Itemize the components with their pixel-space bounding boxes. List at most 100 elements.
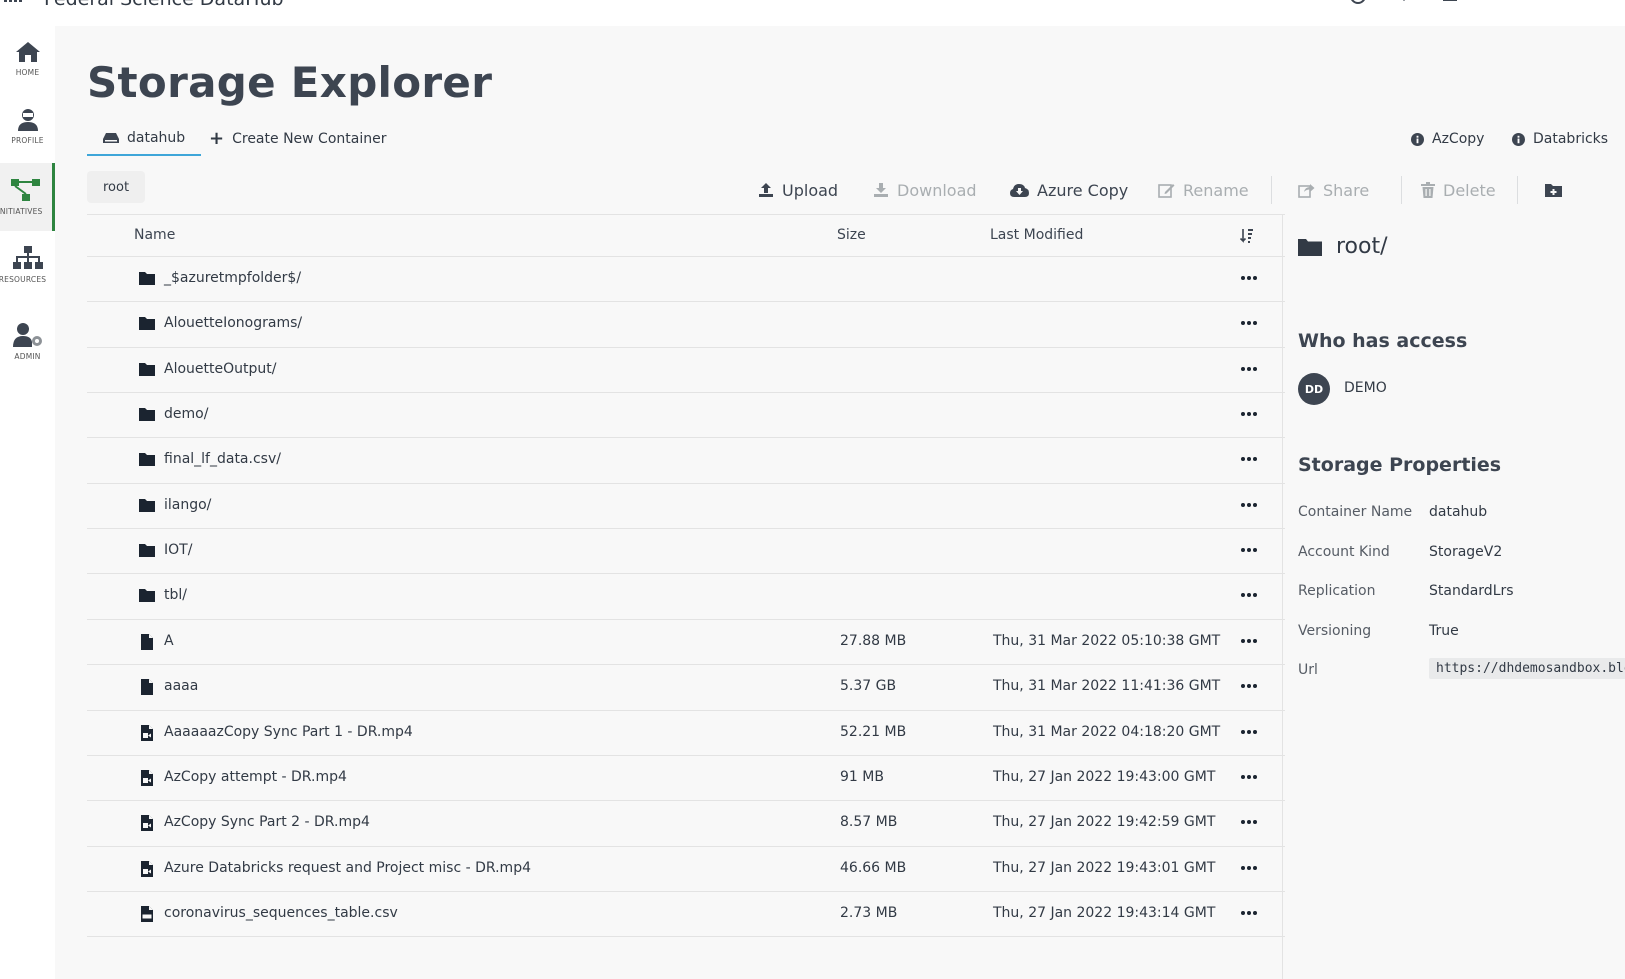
row-name[interactable]: AlouetteIonograms/ [164,315,302,331]
file-icon [141,679,153,696]
table-row[interactable]: AlouetteIonograms/ [87,302,1285,348]
more-options-icon[interactable] [1239,540,1259,560]
folder-icon [139,589,155,603]
more-options-icon[interactable] [1239,858,1259,878]
row-name[interactable]: tbl/ [164,587,187,603]
row-name[interactable]: _$azuretmpfolder$/ [164,270,301,286]
row-name[interactable]: AzCopy attempt - DR.mp4 [164,769,347,785]
prop-key-url: Url [1298,662,1318,678]
prop-value-url[interactable]: https://dhdemosandbox.blob.core.windows.… [1429,658,1625,679]
file-table: Name Size Last Modified _$azuretmpfolder… [87,214,1285,979]
folder-icon [139,544,155,558]
nav-resources[interactable]: RESOURCES [0,231,55,299]
row-name[interactable]: AlouetteOutput/ [164,361,276,377]
column-last-modified-header[interactable]: Last Modified [990,227,1083,243]
folder-icon [139,272,155,285]
more-options-icon[interactable] [1239,449,1259,469]
toolbar-divider [1401,176,1402,204]
nav-initiatives[interactable]: INITIATIVES [0,163,55,231]
table-row[interactable]: _$azuretmpfolder$/ [87,257,1285,303]
calendar-icon[interactable] [1442,0,1458,6]
row-last-modified: Thu, 27 Jan 2022 19:43:14 GMT [993,904,1216,921]
new-folder-button[interactable] [1545,176,1562,204]
upload-button[interactable]: Upload [758,176,838,204]
more-options-icon[interactable] [1239,404,1259,424]
tab-datahub[interactable]: datahub [87,122,202,156]
row-name[interactable]: A [164,633,174,649]
more-options-icon[interactable] [1239,903,1259,923]
azcopy-info-link[interactable]: AzCopy [1411,122,1484,156]
column-name-header[interactable]: Name [134,227,175,243]
page-title: Storage Explorer [87,58,493,107]
azure-copy-button[interactable]: Azure Copy [1010,176,1128,204]
table-row[interactable]: final_lf_data.csv/ [87,438,1285,484]
more-options-icon[interactable] [1239,585,1259,605]
more-options-icon[interactable] [1239,767,1259,787]
more-options-icon[interactable] [1239,722,1259,742]
rename-button[interactable]: Rename [1158,176,1249,204]
more-options-icon[interactable] [1239,495,1259,515]
table-row[interactable]: AlouetteOutput/ [87,348,1285,394]
datahub-logo-icon [4,0,22,2]
more-options-icon[interactable] [1239,631,1259,651]
row-name[interactable]: demo/ [164,406,208,422]
databricks-info-link[interactable]: Databricks [1512,122,1608,156]
profile-icon [17,109,38,131]
download-label: Download [897,180,977,200]
app-title: Federal Science DataHub [44,0,284,10]
row-name[interactable]: AzCopy Sync Part 2 - DR.mp4 [164,814,370,830]
edit-icon [1158,184,1175,198]
table-row[interactable]: AzCopy attempt - DR.mp4 91 MB Thu, 27 Jan … [87,756,1285,802]
row-size: 8.57 MB [840,814,898,831]
row-name[interactable]: final_lf_data.csv/ [164,451,281,467]
row-name[interactable]: aaaa [164,678,198,694]
table-row[interactable]: A 27.88 MB Thu, 31 Mar 2022 05:10:38 GMT [87,620,1285,666]
row-last-modified: Thu, 31 Mar 2022 05:10:38 GMT [993,632,1221,649]
video-file-icon [141,769,153,786]
more-options-icon[interactable] [1239,359,1259,379]
row-name[interactable]: AaaaaazCopy Sync Part 1 - DR.mp4 [164,724,413,740]
table-row[interactable]: ilango/ [87,484,1285,530]
prop-value-container-name: datahub [1429,504,1488,520]
row-name[interactable]: Azure Databricks request and Project mis… [164,860,531,876]
table-row[interactable]: Azure Databricks request and Project mis… [87,847,1285,892]
table-row[interactable]: aaaa 5.37 GB Thu, 31 Mar 2022 11:41:36 GMT [87,665,1285,711]
row-name[interactable]: ilango/ [164,497,211,513]
share-button[interactable]: Share [1298,176,1369,204]
details-title-text: root/ [1336,234,1388,259]
row-name[interactable]: IOT/ [164,542,192,558]
nav-home[interactable]: HOME [0,26,55,94]
table-row[interactable]: demo/ [87,393,1285,439]
more-options-icon[interactable] [1239,676,1259,696]
admin-user-gear-icon [12,323,42,347]
table-row[interactable]: tbl/ [87,574,1285,620]
access-user-name: DEMO [1344,380,1387,396]
table-row[interactable]: AzCopy Sync Part 2 - DR.mp4 8.57 MB Thu, 2… [87,801,1285,847]
nav-admin[interactable]: ADMIN [0,308,55,376]
folder-icon [139,453,155,467]
video-file-icon [141,815,153,832]
column-size-header[interactable]: Size [837,227,866,243]
table-row[interactable]: AaaaaazCopy Sync Part 1 - DR.mp4 52.21 MB… [87,711,1285,756]
sort-ascending-icon[interactable] [1239,228,1255,244]
more-options-icon[interactable] [1239,313,1259,333]
create-new-container-button[interactable]: + Create New Container [209,122,386,156]
download-button[interactable]: Download [873,176,977,204]
language-icon[interactable] [1350,0,1366,6]
delete-button[interactable]: Delete [1421,176,1496,204]
notification-bell-icon[interactable] [1396,0,1412,6]
prop-value-replication: StandardLrs [1429,583,1514,599]
storage-properties-heading: Storage Properties [1298,454,1502,476]
table-row[interactable]: IOT/ [87,529,1285,575]
more-options-icon[interactable] [1239,812,1259,832]
table-header: Name Size Last Modified [87,215,1285,257]
table-row[interactable]: coronavirus_sequences_table.csv 2.73 MB Th… [87,892,1285,938]
rename-label: Rename [1183,180,1249,200]
nav-profile[interactable]: PROFILE [0,94,55,162]
more-options-icon[interactable] [1239,268,1259,288]
storage-explorer-main: Storage Explorer datahub + Create New Co… [55,26,1625,979]
prop-value-account-kind: StorageV2 [1429,544,1503,560]
create-new-container-label: Create New Container [232,131,387,147]
prop-key-versioning: Versioning [1298,623,1372,639]
row-name[interactable]: coronavirus_sequences_table.csv [164,905,398,921]
